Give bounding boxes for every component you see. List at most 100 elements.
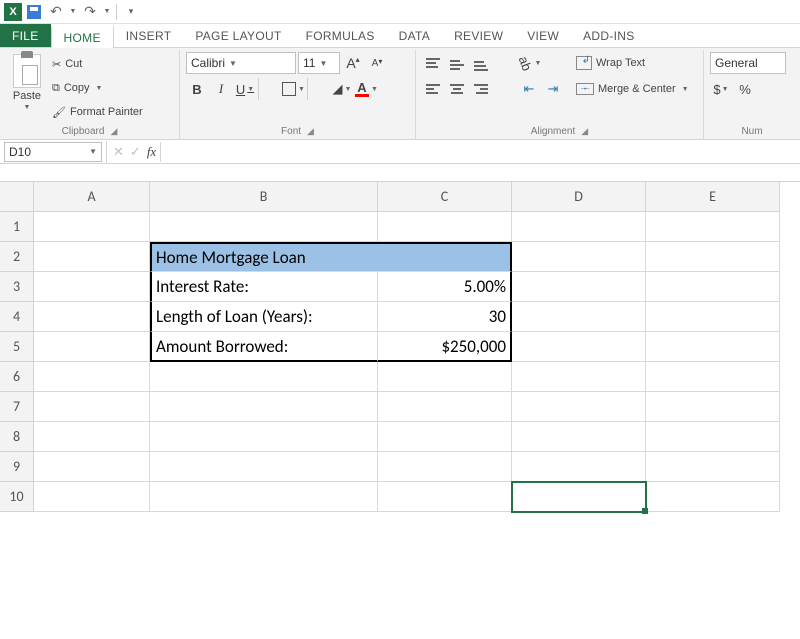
fill-color-button[interactable]: ◢▼ — [331, 78, 353, 100]
align-left-button[interactable] — [422, 78, 444, 100]
cell-E9[interactable] — [646, 452, 780, 482]
cell-B10[interactable] — [150, 482, 378, 512]
cell-B1[interactable] — [150, 212, 378, 242]
format-painter-button[interactable]: Format Painter — [52, 102, 143, 122]
col-header-D[interactable]: D — [512, 182, 646, 212]
percent-format-button[interactable]: % — [734, 78, 756, 100]
cell-B8[interactable] — [150, 422, 378, 452]
qat-customize[interactable]: ▾ — [121, 2, 141, 22]
cell-E1[interactable] — [646, 212, 780, 242]
row-header-4[interactable]: 4 — [0, 302, 34, 332]
cell-A1[interactable] — [34, 212, 150, 242]
cell-C7[interactable] — [378, 392, 512, 422]
cell-D1[interactable] — [512, 212, 646, 242]
tab-review[interactable]: REVIEW — [442, 24, 515, 47]
underline-button[interactable]: U▼ — [234, 78, 256, 100]
cell-E3[interactable] — [646, 272, 780, 302]
cell-B9[interactable] — [150, 452, 378, 482]
tab-insert[interactable]: INSERT — [114, 24, 184, 47]
cell-B7[interactable] — [150, 392, 378, 422]
align-bottom-button[interactable] — [470, 52, 492, 74]
align-middle-button[interactable] — [446, 52, 468, 74]
cell-E5[interactable] — [646, 332, 780, 362]
cell-D8[interactable] — [512, 422, 646, 452]
cell-B3[interactable]: Interest Rate: — [150, 272, 378, 302]
clipboard-launcher[interactable]: ◢ — [110, 126, 117, 137]
undo-dropdown[interactable]: ▼ — [68, 2, 78, 22]
number-format-combo[interactable]: General — [710, 52, 786, 74]
row-header-7[interactable]: 7 — [0, 392, 34, 422]
undo-button[interactable] — [46, 2, 66, 22]
col-header-E[interactable]: E — [646, 182, 780, 212]
cell-B5[interactable]: Amount Borrowed: — [150, 332, 378, 362]
tab-home[interactable]: HOME — [51, 25, 114, 48]
wrap-text-button[interactable]: Wrap Text — [576, 52, 689, 74]
cell-B2-C2-title[interactable]: Home Mortgage Loan — [150, 242, 512, 272]
enter-formula-icon[interactable]: ✓ — [130, 144, 141, 160]
name-box[interactable]: D10▼ — [4, 142, 102, 162]
save-button[interactable] — [24, 2, 44, 22]
formula-input[interactable] — [160, 142, 800, 162]
tab-addins[interactable]: ADD-INS — [571, 24, 646, 47]
row-header-8[interactable]: 8 — [0, 422, 34, 452]
cut-button[interactable]: Cut — [52, 54, 143, 74]
cell-E4[interactable] — [646, 302, 780, 332]
cancel-formula-icon[interactable]: ✕ — [113, 144, 124, 160]
cell-B4[interactable]: Length of Loan (Years): — [150, 302, 378, 332]
shrink-font-button[interactable] — [366, 52, 388, 74]
cell-A5[interactable] — [34, 332, 150, 362]
cell-C5[interactable]: $250,000 — [378, 332, 512, 362]
cell-A7[interactable] — [34, 392, 150, 422]
cell-A6[interactable] — [34, 362, 150, 392]
decrease-indent-button[interactable]: ⇤ — [518, 78, 540, 100]
cell-D7[interactable] — [512, 392, 646, 422]
tab-view[interactable]: VIEW — [515, 24, 571, 47]
tab-file[interactable]: FILE — [0, 24, 51, 47]
redo-dropdown[interactable]: ▼ — [102, 2, 112, 22]
paste-button[interactable]: Paste ▼ — [6, 52, 48, 111]
cell-C8[interactable] — [378, 422, 512, 452]
align-right-button[interactable] — [470, 78, 492, 100]
insert-function-button[interactable]: fx — [147, 144, 156, 160]
cell-D5[interactable] — [512, 332, 646, 362]
row-header-9[interactable]: 9 — [0, 452, 34, 482]
cell-E8[interactable] — [646, 422, 780, 452]
select-all-corner[interactable] — [0, 182, 34, 212]
cell-C10[interactable] — [378, 482, 512, 512]
copy-button[interactable]: Copy▼ — [52, 78, 143, 98]
cell-A9[interactable] — [34, 452, 150, 482]
cell-E10[interactable] — [646, 482, 780, 512]
tab-data[interactable]: DATA — [387, 24, 442, 47]
cell-A8[interactable] — [34, 422, 150, 452]
cell-C6[interactable] — [378, 362, 512, 392]
cell-C4[interactable]: 30 — [378, 302, 512, 332]
cell-B6[interactable] — [150, 362, 378, 392]
cell-E2[interactable] — [646, 242, 780, 272]
row-header-2[interactable]: 2 — [0, 242, 34, 272]
cell-D6[interactable] — [512, 362, 646, 392]
font-size-combo[interactable]: 11▼ — [298, 52, 340, 74]
row-header-6[interactable]: 6 — [0, 362, 34, 392]
tab-page-layout[interactable]: PAGE LAYOUT — [183, 24, 293, 47]
accounting-format-button[interactable]: $▼ — [710, 78, 732, 100]
row-header-5[interactable]: 5 — [0, 332, 34, 362]
merge-center-button[interactable]: Merge & Center▼ — [576, 78, 689, 100]
cell-D3[interactable] — [512, 272, 646, 302]
align-top-button[interactable] — [422, 52, 444, 74]
cell-A3[interactable] — [34, 272, 150, 302]
align-center-button[interactable] — [446, 78, 468, 100]
col-header-C[interactable]: C — [378, 182, 512, 212]
cell-D10[interactable] — [512, 482, 646, 512]
cell-A2[interactable] — [34, 242, 150, 272]
cell-D2[interactable] — [512, 242, 646, 272]
row-header-3[interactable]: 3 — [0, 272, 34, 302]
font-launcher[interactable]: ◢ — [307, 126, 314, 137]
alignment-launcher[interactable]: ◢ — [581, 126, 588, 137]
cell-C9[interactable] — [378, 452, 512, 482]
redo-button[interactable] — [80, 2, 100, 22]
cell-E6[interactable] — [646, 362, 780, 392]
row-header-10[interactable]: 10 — [0, 482, 34, 512]
font-name-combo[interactable]: Calibri▼ — [186, 52, 296, 74]
col-header-B[interactable]: B — [150, 182, 378, 212]
cell-E7[interactable] — [646, 392, 780, 422]
